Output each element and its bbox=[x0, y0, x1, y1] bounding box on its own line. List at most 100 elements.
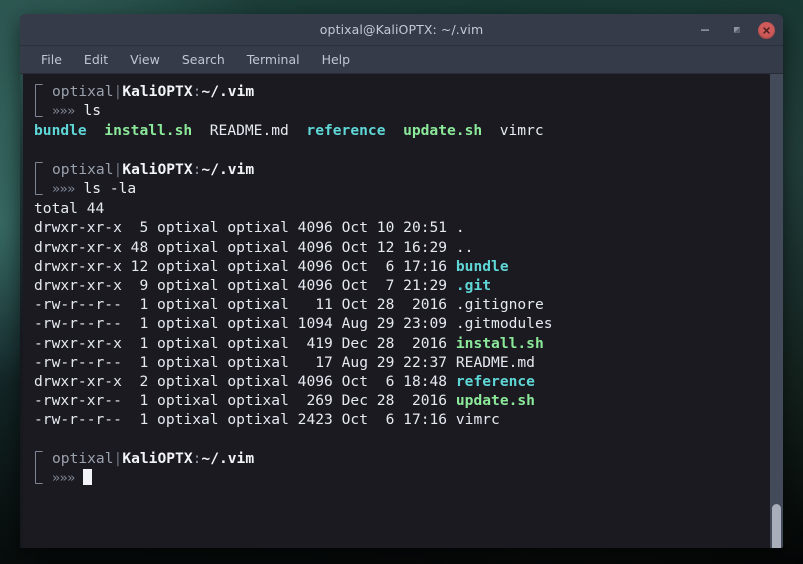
ls-group: optixal bbox=[227, 238, 289, 256]
ls-group: optixal bbox=[227, 373, 289, 391]
ls-links: 1 bbox=[130, 296, 149, 314]
menu-item-search[interactable]: Search bbox=[173, 49, 234, 70]
ls-la-row: -rw-r--r-- 1 optixal optixal 1094 Aug 29… bbox=[34, 314, 770, 333]
ls-day: 10 bbox=[376, 219, 395, 237]
ls-name: .gitmodules bbox=[455, 315, 553, 333]
command-line[interactable]: »»» ls bbox=[52, 101, 770, 121]
ls-time: 22:37 bbox=[403, 353, 448, 371]
prompt-chevrons-icon: »»» bbox=[52, 182, 75, 198]
ls-perms: -rw-r--r-- bbox=[34, 315, 122, 333]
ls-links: 1 bbox=[130, 334, 149, 352]
ls-perms: drwxr-xr-x bbox=[34, 373, 122, 391]
ls-month: Oct bbox=[341, 277, 368, 295]
prompt-bracket-icon bbox=[35, 450, 43, 484]
minimize-button[interactable] bbox=[694, 19, 716, 41]
menu-item-terminal[interactable]: Terminal bbox=[238, 49, 309, 70]
ls-owner: optixal bbox=[157, 257, 219, 275]
menu-item-edit[interactable]: Edit bbox=[75, 49, 117, 70]
ls-entry: vimrc bbox=[499, 122, 544, 140]
text-cursor bbox=[83, 469, 93, 486]
ls-size: 4096 bbox=[297, 219, 333, 237]
ls-size: 11 bbox=[297, 296, 333, 314]
prompt-separator: | bbox=[113, 160, 123, 178]
ls-links: 12 bbox=[130, 257, 149, 275]
prompt-bracket-icon bbox=[35, 84, 43, 117]
ls-owner: optixal bbox=[157, 353, 219, 371]
ls-owner: optixal bbox=[157, 315, 219, 333]
ls-month: Dec bbox=[341, 392, 368, 410]
prompt-separator: | bbox=[113, 449, 123, 467]
ls-size: 4096 bbox=[297, 373, 333, 391]
ls-time: 2016 bbox=[403, 334, 448, 352]
window-controls bbox=[694, 14, 775, 46]
ls-perms: -rwxr-xr-x bbox=[34, 334, 122, 352]
ls-entry: bundle bbox=[34, 122, 87, 140]
ls-month: Aug bbox=[341, 315, 368, 333]
prompt-user: optixal bbox=[52, 449, 114, 467]
ls-entry: install.sh bbox=[104, 122, 193, 140]
ls-output-row: bundle install.sh README.md reference up… bbox=[34, 121, 770, 140]
ls-la-row: drwxr-xr-x 5 optixal optixal 4096 Oct 10… bbox=[34, 218, 770, 237]
ls-name: install.sh bbox=[455, 334, 544, 352]
ls-owner: optixal bbox=[157, 392, 219, 410]
prompt-separator: | bbox=[113, 83, 123, 100]
ls-links: 1 bbox=[130, 353, 149, 371]
ls-time: 2016 bbox=[403, 392, 448, 410]
ls-day: 7 bbox=[376, 277, 395, 295]
ls-la-row: -rwxr-xr-x 1 optixal optixal 419 Dec 28 … bbox=[34, 334, 770, 353]
menu-bar: File Edit View Search Terminal Help bbox=[20, 46, 783, 74]
terminal-body[interactable]: optixal|KaliOPTX:~/.vim»»» ls bundle inst… bbox=[20, 74, 783, 548]
ls-month: Oct bbox=[341, 296, 368, 314]
command-line[interactable]: »»» ls -la bbox=[52, 179, 770, 199]
scrollbar-thumb[interactable] bbox=[772, 504, 781, 548]
prompt-user: optixal bbox=[52, 83, 114, 100]
ls-name: README.md bbox=[455, 353, 535, 371]
terminal-scrollbar[interactable] bbox=[770, 74, 783, 548]
prompt-block-second: optixal|KaliOPTX:~/.vim»»» ls -la bbox=[34, 160, 770, 199]
menu-item-file[interactable]: File bbox=[32, 49, 71, 70]
ls-group: optixal bbox=[227, 353, 289, 371]
command-text bbox=[75, 469, 84, 486]
menu-item-view[interactable]: View bbox=[121, 49, 169, 70]
ls-perms: -rwxr-xr-- bbox=[34, 392, 122, 410]
ls-group: optixal bbox=[227, 411, 289, 429]
maximize-button[interactable] bbox=[726, 19, 748, 41]
ls-name: .gitignore bbox=[455, 296, 544, 314]
close-button[interactable] bbox=[758, 21, 775, 39]
ls-owner: optixal bbox=[157, 296, 219, 314]
ls-size: 2423 bbox=[297, 411, 333, 429]
ls-time: 20:51 bbox=[403, 219, 448, 237]
ls-time: 21:29 bbox=[403, 277, 448, 295]
ls-time: 16:29 bbox=[403, 238, 448, 256]
menu-item-help[interactable]: Help bbox=[313, 49, 360, 70]
ls-entry: reference bbox=[306, 122, 386, 140]
ls-name: .git bbox=[455, 277, 492, 295]
prompt-chevrons-icon: »»» bbox=[52, 471, 75, 487]
window-titlebar[interactable]: optixal@KaliOPTX: ~/.vim bbox=[20, 14, 783, 46]
ls-la-row: -rw-r--r-- 1 optixal optixal 17 Aug 29 2… bbox=[34, 353, 770, 372]
ls-group: optixal bbox=[227, 219, 289, 237]
command-line[interactable]: »»» bbox=[52, 468, 770, 488]
ls-la-row: drwxr-xr-x 48 optixal optixal 4096 Oct 1… bbox=[34, 238, 770, 257]
ls-links: 2 bbox=[130, 373, 149, 391]
ls-entry: update.sh bbox=[403, 122, 483, 140]
prompt-user: optixal bbox=[52, 160, 114, 178]
ls-size: 419 bbox=[297, 334, 333, 352]
window-title: optixal@KaliOPTX: ~/.vim bbox=[319, 22, 484, 37]
ls-day: 6 bbox=[376, 257, 395, 275]
prompt-bracket-icon bbox=[35, 161, 43, 195]
ls-links: 1 bbox=[130, 392, 149, 410]
prompt-block-active: optixal|KaliOPTX:~/.vim »»» bbox=[34, 449, 770, 488]
ls-group: optixal bbox=[227, 392, 289, 410]
prompt-host: KaliOPTX bbox=[122, 449, 193, 467]
ls-name: update.sh bbox=[455, 392, 535, 410]
ls-name: vimrc bbox=[455, 411, 500, 429]
ls-name: bundle bbox=[455, 257, 509, 275]
ls-month: Oct bbox=[341, 373, 368, 391]
ls-day: 28 bbox=[376, 334, 395, 352]
terminal-output[interactable]: optixal|KaliOPTX:~/.vim»»» ls bundle inst… bbox=[20, 74, 770, 548]
prompt-line: optixal|KaliOPTX:~/.vim bbox=[52, 82, 770, 101]
prompt-path: ~/.vim bbox=[201, 449, 255, 467]
ls-day: 28 bbox=[376, 296, 395, 314]
ls-day: 29 bbox=[376, 353, 395, 371]
